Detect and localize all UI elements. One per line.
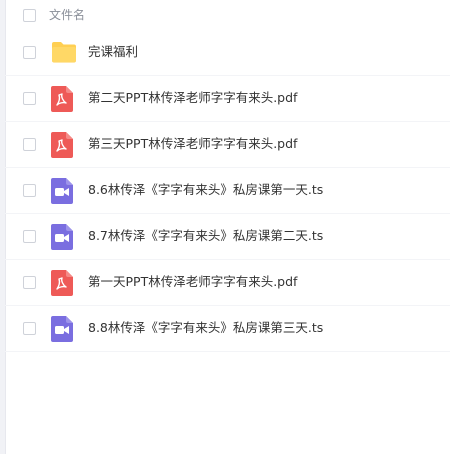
file-name[interactable]: 完课福利 xyxy=(88,43,138,61)
file-row[interactable]: 8.8林传泽《字字有来头》私房课第三天.ts xyxy=(5,306,450,352)
file-row[interactable]: 完课福利 xyxy=(5,30,450,76)
file-list: 完课福利 第二天PPT林传泽老师字字有来头.pdf 第三天PPT林传泽老师字字有… xyxy=(5,30,450,352)
file-name[interactable]: 第二天PPT林传泽老师字字有来头.pdf xyxy=(88,89,297,107)
column-header-filename[interactable]: 文件名 xyxy=(49,7,85,23)
file-row[interactable]: 8.7林传泽《字字有来头》私房课第二天.ts xyxy=(5,214,450,260)
row-checkbox[interactable] xyxy=(23,46,36,59)
select-all-checkbox[interactable] xyxy=(23,9,36,22)
file-row[interactable]: 第一天PPT林传泽老师字字有来头.pdf xyxy=(5,260,450,306)
video-icon xyxy=(51,316,75,342)
file-browser: 文件名 完课福利 第二天PPT林传泽老师字字有来头.pdf 第三天PPT林传泽老… xyxy=(0,0,450,454)
row-checkbox[interactable] xyxy=(23,322,36,335)
list-header: 文件名 xyxy=(5,0,450,30)
file-name[interactable]: 8.7林传泽《字字有来头》私房课第二天.ts xyxy=(88,227,323,245)
file-name[interactable]: 8.8林传泽《字字有来头》私房课第三天.ts xyxy=(88,319,323,337)
file-name[interactable]: 第一天PPT林传泽老师字字有来头.pdf xyxy=(88,273,297,291)
row-checkbox[interactable] xyxy=(23,92,36,105)
video-icon xyxy=(51,178,75,204)
file-row[interactable]: 第二天PPT林传泽老师字字有来头.pdf xyxy=(5,76,450,122)
video-icon xyxy=(51,224,75,250)
file-name[interactable]: 第三天PPT林传泽老师字字有来头.pdf xyxy=(88,135,297,153)
pdf-icon xyxy=(51,270,75,296)
row-checkbox[interactable] xyxy=(23,138,36,151)
row-checkbox[interactable] xyxy=(23,276,36,289)
row-checkbox[interactable] xyxy=(23,184,36,197)
pdf-icon xyxy=(51,132,75,158)
file-row[interactable]: 8.6林传泽《字字有来头》私房课第一天.ts xyxy=(5,168,450,214)
file-name[interactable]: 8.6林传泽《字字有来头》私房课第一天.ts xyxy=(88,181,323,199)
folder-icon xyxy=(51,40,76,66)
pdf-icon xyxy=(51,86,75,112)
file-row[interactable]: 第三天PPT林传泽老师字字有来头.pdf xyxy=(5,122,450,168)
row-checkbox[interactable] xyxy=(23,230,36,243)
